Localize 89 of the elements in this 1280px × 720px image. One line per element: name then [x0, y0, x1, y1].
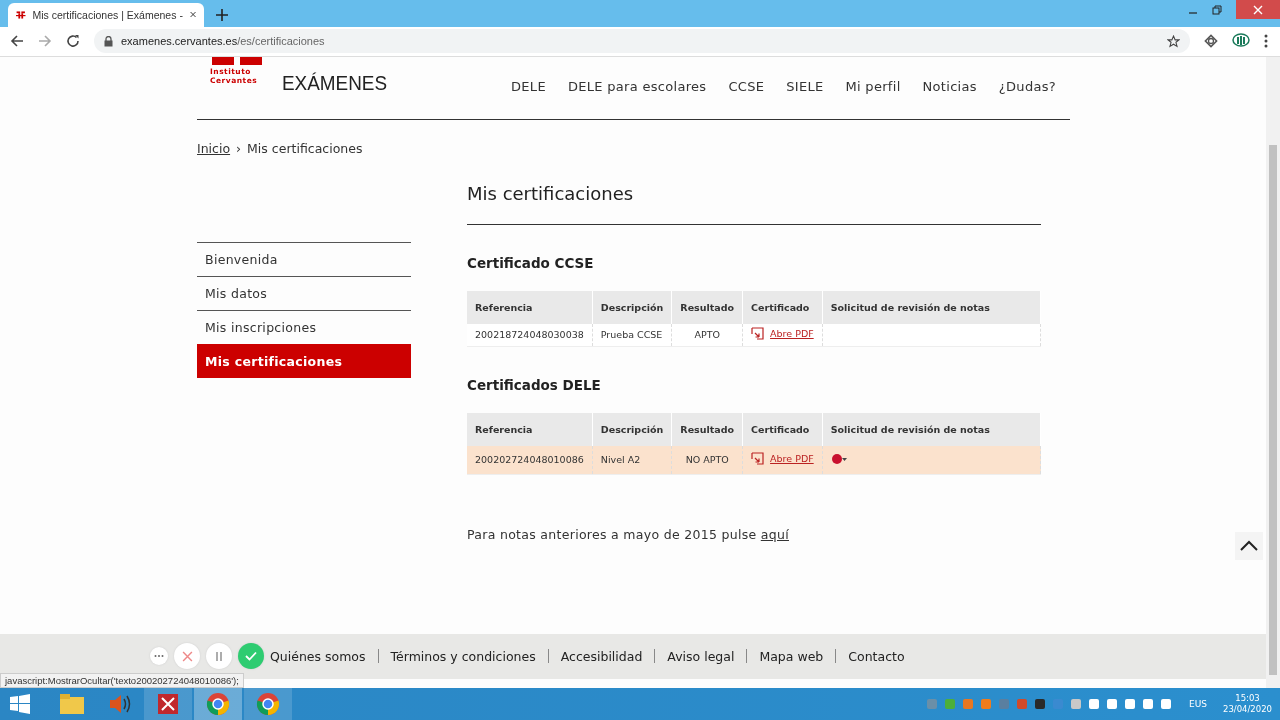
- scroll-to-top-button[interactable]: [1235, 531, 1263, 560]
- confirm-button[interactable]: [238, 643, 264, 670]
- page-heading: Mis certificaciones: [467, 182, 1041, 225]
- section-heading: Certificado CCSE: [467, 254, 595, 271]
- column-header: Descripción: [592, 290, 672, 324]
- profile-icon[interactable]: [1232, 33, 1250, 50]
- star-icon[interactable]: [1167, 34, 1180, 48]
- close-icon[interactable]: [189, 10, 196, 20]
- chrome-icon[interactable]: [206, 692, 230, 716]
- table-cell: 200218724048030038: [467, 323, 593, 347]
- nav-link[interactable]: Noticias: [922, 78, 977, 94]
- scrollbar-thumb[interactable]: [1269, 144, 1277, 675]
- footer-link[interactable]: Términos y condiciones: [390, 649, 536, 664]
- more-button[interactable]: [150, 647, 168, 666]
- column-header: Referencia: [467, 412, 593, 446]
- pdf-download-icon: [751, 327, 765, 341]
- language-indicator[interactable]: EUS: [1189, 699, 1207, 709]
- column-header: Solicitud de revisión de notas: [822, 290, 1041, 324]
- note-text: Para notas anteriores a mayo de 2015 pulse aquí: [467, 526, 790, 542]
- tray-icon[interactable]: [1141, 697, 1155, 711]
- new-tab-icon[interactable]: [216, 8, 228, 21]
- close-icon[interactable]: [181, 651, 193, 662]
- tray-icon[interactable]: [1159, 697, 1173, 711]
- column-header: Certificado: [742, 290, 823, 324]
- nav-link[interactable]: CCSE: [728, 78, 765, 94]
- nav-link[interactable]: DELE para escolares: [567, 78, 707, 94]
- footer-link[interactable]: Aviso legal: [667, 649, 735, 664]
- column-header: Certificado: [742, 412, 823, 446]
- breadcrumb-current: Mis certificaciones: [247, 140, 363, 156]
- forward-icon[interactable]: [38, 34, 52, 49]
- tray-icon[interactable]: [1033, 697, 1047, 711]
- nav-link[interactable]: DELE: [511, 78, 546, 94]
- clock-time: 15:03: [1235, 693, 1260, 704]
- tray-icon[interactable]: [1105, 697, 1119, 711]
- more-icon[interactable]: [154, 654, 164, 659]
- column-header: Referencia: [467, 290, 593, 324]
- pdf-download-icon: [751, 452, 765, 466]
- nav-link[interactable]: SIELE: [786, 78, 824, 94]
- checkmark-icon[interactable]: [245, 651, 257, 662]
- pause-icon[interactable]: [214, 651, 224, 662]
- column-header: Resultado: [671, 412, 743, 446]
- table-cell: Prueba CCSE: [592, 323, 672, 347]
- lock-icon: [104, 35, 113, 47]
- speaker-icon[interactable]: [108, 693, 132, 715]
- sidebar-item[interactable]: Mis datos: [197, 275, 411, 310]
- here-link[interactable]: aquí: [760, 526, 789, 542]
- tab-title: Mis certificaciones | Exámenes -: [32, 8, 183, 21]
- nav-link[interactable]: Mi perfil: [845, 78, 901, 94]
- sidebar-item[interactable]: Mis inscripciones: [197, 309, 411, 344]
- tray-icon[interactable]: [1069, 697, 1083, 711]
- site-title[interactable]: EXÁMENES: [282, 70, 388, 95]
- address-bar[interactable]: examenes.cervantes.es/es/certificaciones: [94, 29, 1190, 54]
- cervantes-logo-icon: [210, 56, 264, 67]
- footer-link[interactable]: Mapa web: [759, 649, 824, 664]
- close-window-button[interactable]: [1236, 0, 1280, 19]
- revision-toggle[interactable]: [830, 452, 847, 465]
- breadcrumb-link[interactable]: Inicio: [197, 140, 231, 156]
- browser-tab[interactable]: Mis certificaciones | Exámenes -: [8, 2, 204, 27]
- nav-link[interactable]: ¿Dudas?: [998, 78, 1056, 94]
- pdf-app-icon[interactable]: [157, 693, 179, 715]
- tray-icon[interactable]: [1087, 697, 1101, 711]
- folder-icon[interactable]: [60, 694, 84, 714]
- restore-icon[interactable]: [1212, 4, 1222, 15]
- cancel-button[interactable]: [174, 643, 200, 670]
- reload-icon[interactable]: [66, 34, 80, 49]
- pause-button[interactable]: [206, 643, 232, 670]
- breadcrumb-separator: ›: [236, 140, 242, 156]
- column-header: Solicitud de revisión de notas: [822, 412, 1041, 446]
- table-cell: 200202724048010086: [467, 445, 593, 475]
- chevron-up-icon[interactable]: [1240, 540, 1258, 552]
- section-heading: Certificados DELE: [467, 376, 602, 393]
- back-icon[interactable]: [10, 34, 24, 49]
- sidebar-item[interactable]: Bienvenida: [197, 241, 411, 276]
- chrome-icon[interactable]: [256, 692, 280, 716]
- footer-link[interactable]: Quiénes somos: [270, 649, 366, 664]
- column-header: Resultado: [671, 290, 743, 324]
- windows-start-icon[interactable]: [10, 694, 30, 714]
- footer-link[interactable]: Contacto: [848, 649, 905, 664]
- column-header: Descripción: [592, 412, 672, 446]
- clock-date: 23/04/2020: [1223, 704, 1272, 715]
- menu-icon[interactable]: [1264, 34, 1268, 49]
- url-text: examenes.cervantes.es/es/certificaciones: [121, 35, 326, 48]
- footer-link[interactable]: Accesibilidad: [560, 649, 643, 664]
- sidebar-item[interactable]: Mis certificaciones: [197, 343, 411, 378]
- table-cell: Nivel A2: [592, 445, 672, 475]
- extension-icon[interactable]: [1204, 34, 1218, 49]
- table-cell: NO APTO: [671, 445, 743, 475]
- pdf-link[interactable]: Abre PDF: [770, 328, 814, 340]
- tray-icon[interactable]: [1123, 697, 1137, 711]
